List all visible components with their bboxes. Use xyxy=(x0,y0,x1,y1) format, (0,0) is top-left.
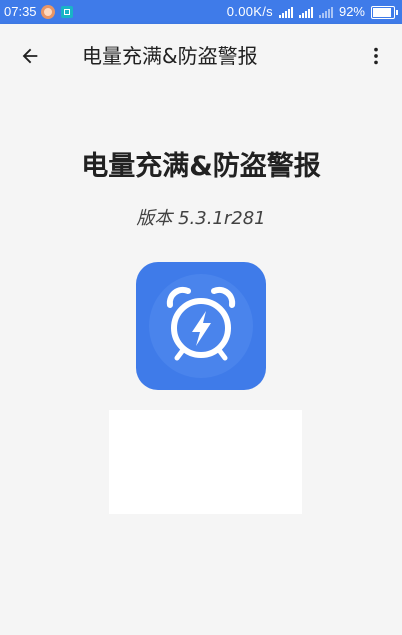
app-bar: 电量充满&防盗警报 xyxy=(0,24,402,87)
status-bar: 07:35 0.00K/s 92% xyxy=(0,0,402,24)
signal-weak-icon xyxy=(318,6,333,18)
alarm-clock-lightning-icon xyxy=(149,274,253,378)
blank-panel xyxy=(109,410,302,514)
overflow-menu-button[interactable] xyxy=(360,40,392,72)
page-title: 电量充满&防盗警报 xyxy=(82,44,258,68)
battery-fill xyxy=(373,7,391,17)
battery-icon xyxy=(371,5,398,19)
about-app-name: 电量充满&防盗警报 xyxy=(81,151,321,182)
scan-icon xyxy=(60,6,73,18)
more-vert-icon xyxy=(374,47,378,65)
avatar-icon xyxy=(40,5,55,19)
arrow-left-icon xyxy=(22,48,38,64)
version-value: 5.3.1r281 xyxy=(178,208,266,229)
status-right: 0.00K/s 92% xyxy=(227,4,398,20)
version-row: 版本 5.3.1r281 xyxy=(0,207,402,231)
app-icon xyxy=(136,262,266,390)
version-label: 版本 xyxy=(136,208,173,229)
about-content: 电量充满&防盗警报 版本 5.3.1r281 xyxy=(0,87,402,635)
status-left: 07:35 xyxy=(4,4,73,20)
back-button[interactable] xyxy=(14,40,46,72)
signal-4g-icon xyxy=(278,6,293,18)
net-speed: 0.00K/s xyxy=(226,4,273,19)
signal-4g-icon xyxy=(298,6,313,18)
status-time: 07:35 xyxy=(4,4,37,19)
battery-percent: 92% xyxy=(338,4,365,19)
